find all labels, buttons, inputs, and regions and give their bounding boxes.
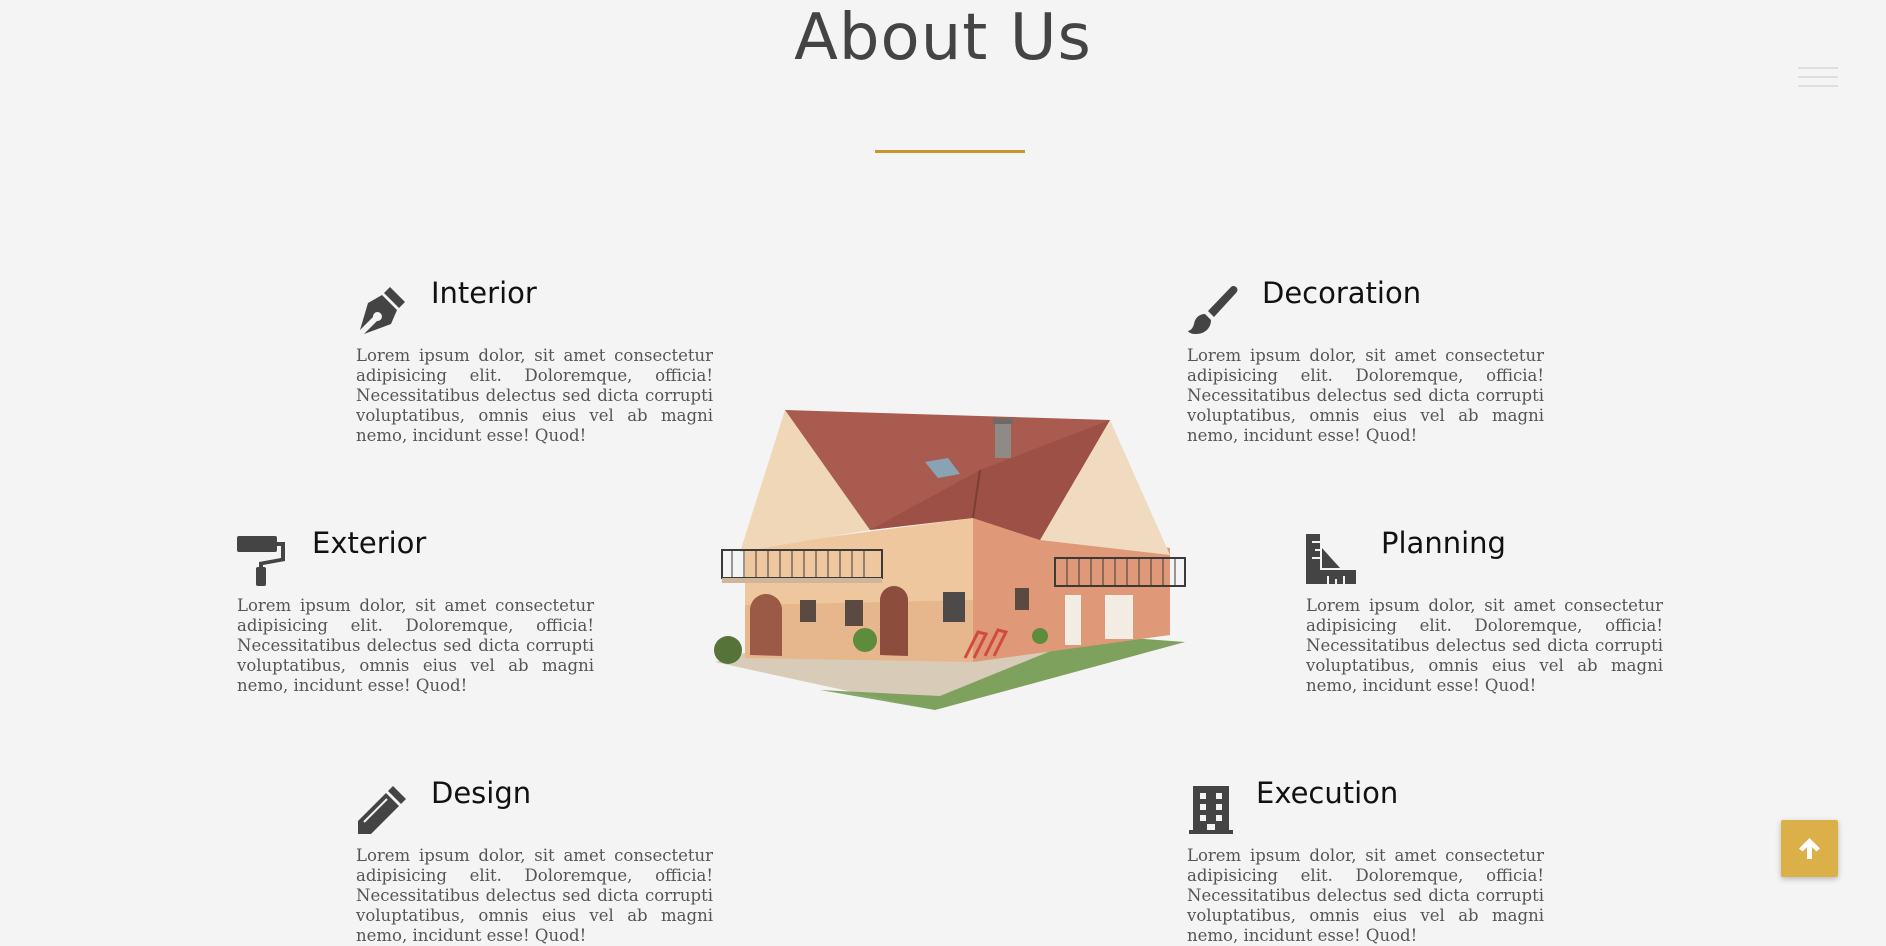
title-underline [875,150,1025,153]
paint-brush-icon [1188,286,1238,334]
pencil-icon [358,786,406,834]
house-image [714,410,1186,710]
feature-description: Lorem ipsum dolor, sit amet consectetur … [1306,596,1663,695]
ruler-combined-icon [1306,534,1356,584]
feature-heading: Exterior [312,526,427,560]
hamburger-menu-icon[interactable] [1798,62,1838,90]
feature-description: Lorem ipsum dolor, sit amet consectetur … [356,346,713,445]
feature-description: Lorem ipsum dolor, sit amet consectetur … [237,596,594,695]
arrow-up-icon [1799,838,1820,859]
feature-description: Lorem ipsum dolor, sit amet consectetur … [1187,346,1544,445]
paint-roller-icon [237,536,285,586]
pen-nib-icon [360,287,405,334]
back-to-top-button[interactable] [1781,820,1838,877]
feature-heading: Execution [1256,776,1399,810]
page-title: About Us [794,1,1092,75]
building-icon [1189,786,1233,834]
feature-heading: Interior [431,276,537,310]
feature-heading: Design [431,776,532,810]
feature-heading: Planning [1381,526,1506,560]
feature-description: Lorem ipsum dolor, sit amet consectetur … [1187,846,1544,945]
feature-heading: Decoration [1262,276,1422,310]
feature-description: Lorem ipsum dolor, sit amet consectetur … [356,846,713,945]
